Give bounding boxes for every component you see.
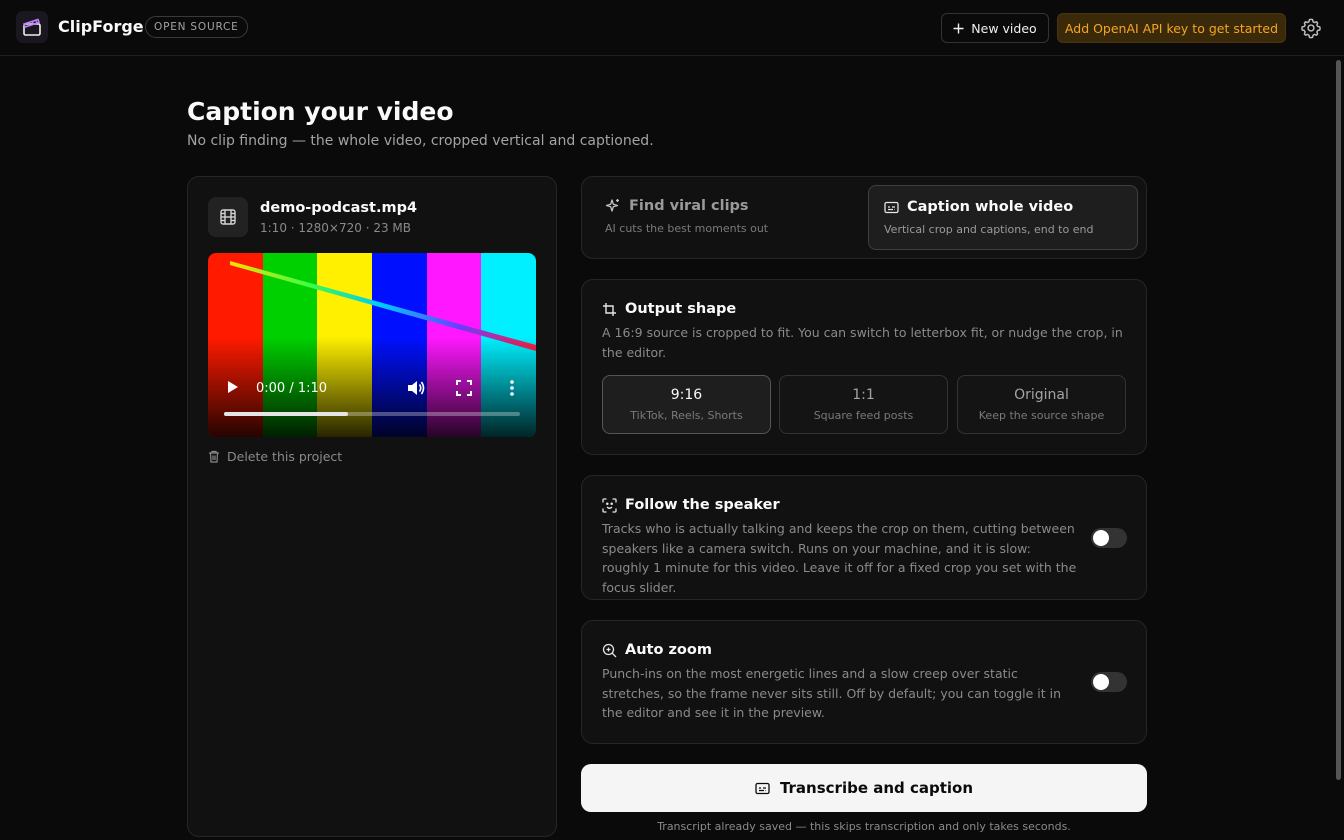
shape-option-sub: TikTok, Reels, Shorts	[630, 409, 743, 422]
trash-icon	[209, 450, 219, 463]
follow-speaker-toggle[interactable]	[1091, 528, 1127, 548]
shape-option-label: 1:1	[852, 387, 875, 403]
film-icon	[208, 197, 248, 237]
shape-option-1-1[interactable]: 1:1 Square feed posts	[779, 375, 948, 434]
crop-icon	[603, 302, 616, 316]
volume-icon[interactable]	[406, 379, 426, 397]
face-scan-icon	[602, 497, 617, 513]
shape-option-sub: Keep the source shape	[978, 409, 1105, 422]
open-source-badge: OPEN SOURCE	[145, 16, 248, 38]
add-api-key-button[interactable]: Add OpenAI API key to get started	[1057, 13, 1286, 43]
new-video-label: New video	[971, 20, 1037, 36]
output-shape-heading: Output shape	[602, 301, 736, 317]
follow-speaker-desc: Tracks who is actually talking and keeps…	[602, 521, 1077, 595]
file-name: demo-podcast.mp4	[260, 200, 418, 216]
shape-option-9-16[interactable]: 9:16 TikTok, Reels, Shorts	[602, 375, 771, 434]
file-meta: 1:10 · 1280×720 · 23 MB	[260, 221, 412, 235]
shape-option-label: Original	[1014, 387, 1069, 403]
play-icon[interactable]	[224, 379, 240, 395]
shape-option-original[interactable]: Original Keep the source shape	[957, 375, 1126, 434]
plus-icon	[953, 23, 964, 33]
gear-icon[interactable]	[1300, 17, 1322, 39]
captions-icon	[755, 782, 770, 794]
mode-caption-desc: Vertical crop and captions, end to end	[884, 223, 1094, 236]
more-options-icon[interactable]	[506, 379, 518, 397]
mode-find-viral-clips[interactable]: Find viral clips AI cuts the best moment…	[590, 185, 860, 250]
toggle-knob	[1093, 530, 1109, 546]
toggle-knob	[1093, 674, 1109, 690]
delete-project-label: Delete this project	[227, 449, 343, 464]
mode-find-desc: AI cuts the best moments out	[605, 222, 769, 235]
shape-option-sub: Square feed posts	[813, 409, 914, 422]
zoom-in-icon	[602, 643, 617, 657]
clipforge-logo-icon[interactable]	[16, 11, 48, 43]
new-video-button[interactable]: New video	[941, 13, 1049, 43]
mode-caption-title: Caption whole video	[907, 199, 1074, 215]
cta-note: Transcript already saved — this skips tr…	[657, 820, 1071, 833]
captions-icon	[884, 201, 899, 213]
page-subtitle: No clip finding — the whole video, cropp…	[187, 133, 654, 149]
auto-zoom-title: Auto zoom	[625, 642, 712, 658]
auto-zoom-heading: Auto zoom	[602, 642, 712, 658]
output-shape-title: Output shape	[625, 301, 737, 317]
player-progress-bar[interactable]	[224, 412, 520, 416]
mode-caption-whole-video[interactable]: Caption whole video Vertical crop and ca…	[868, 185, 1138, 250]
scrollbar-thumb[interactable]	[1336, 60, 1341, 780]
brand-name: ClipForge	[58, 17, 144, 36]
video-player[interactable]: 0:00 / 1:10	[208, 253, 536, 437]
mode-find-title: Find viral clips	[629, 198, 749, 214]
auto-zoom-card: Auto zoom Punch-ins on the most energeti…	[581, 620, 1147, 744]
sparkles-icon	[605, 199, 619, 212]
output-shape-card: Output shape A 16:9 source is cropped to…	[581, 279, 1147, 455]
page-title: Caption your video	[187, 97, 454, 126]
output-shape-desc: A 16:9 source is cropped to fit. You can…	[602, 325, 1123, 360]
auto-zoom-desc: Punch-ins on the most energetic lines an…	[602, 666, 1062, 720]
player-time: 0:00 / 1:10	[256, 381, 328, 396]
auto-zoom-toggle[interactable]	[1091, 672, 1127, 692]
video-source-panel: demo-podcast.mp4 1:10 · 1280×720 · 23 MB…	[187, 176, 557, 837]
follow-speaker-heading: Follow the speaker	[602, 497, 780, 513]
page-scrollbar[interactable]	[1332, 56, 1344, 840]
follow-speaker-card: Follow the speaker Tracks who is actuall…	[581, 475, 1147, 600]
fullscreen-icon[interactable]	[456, 380, 472, 396]
player-progress-fill	[224, 412, 349, 416]
delete-project-button[interactable]: Delete this project	[208, 449, 342, 464]
mode-selector: Find viral clips AI cuts the best moment…	[581, 176, 1147, 259]
shape-option-label: 9:16	[670, 387, 703, 403]
top-bar: ClipForge OPEN SOURCE New video Add Open…	[0, 0, 1344, 56]
follow-speaker-title: Follow the speaker	[625, 497, 780, 513]
transcribe-and-caption-button[interactable]: Transcribe and caption	[581, 764, 1147, 812]
cta-label: Transcribe and caption	[779, 779, 974, 797]
